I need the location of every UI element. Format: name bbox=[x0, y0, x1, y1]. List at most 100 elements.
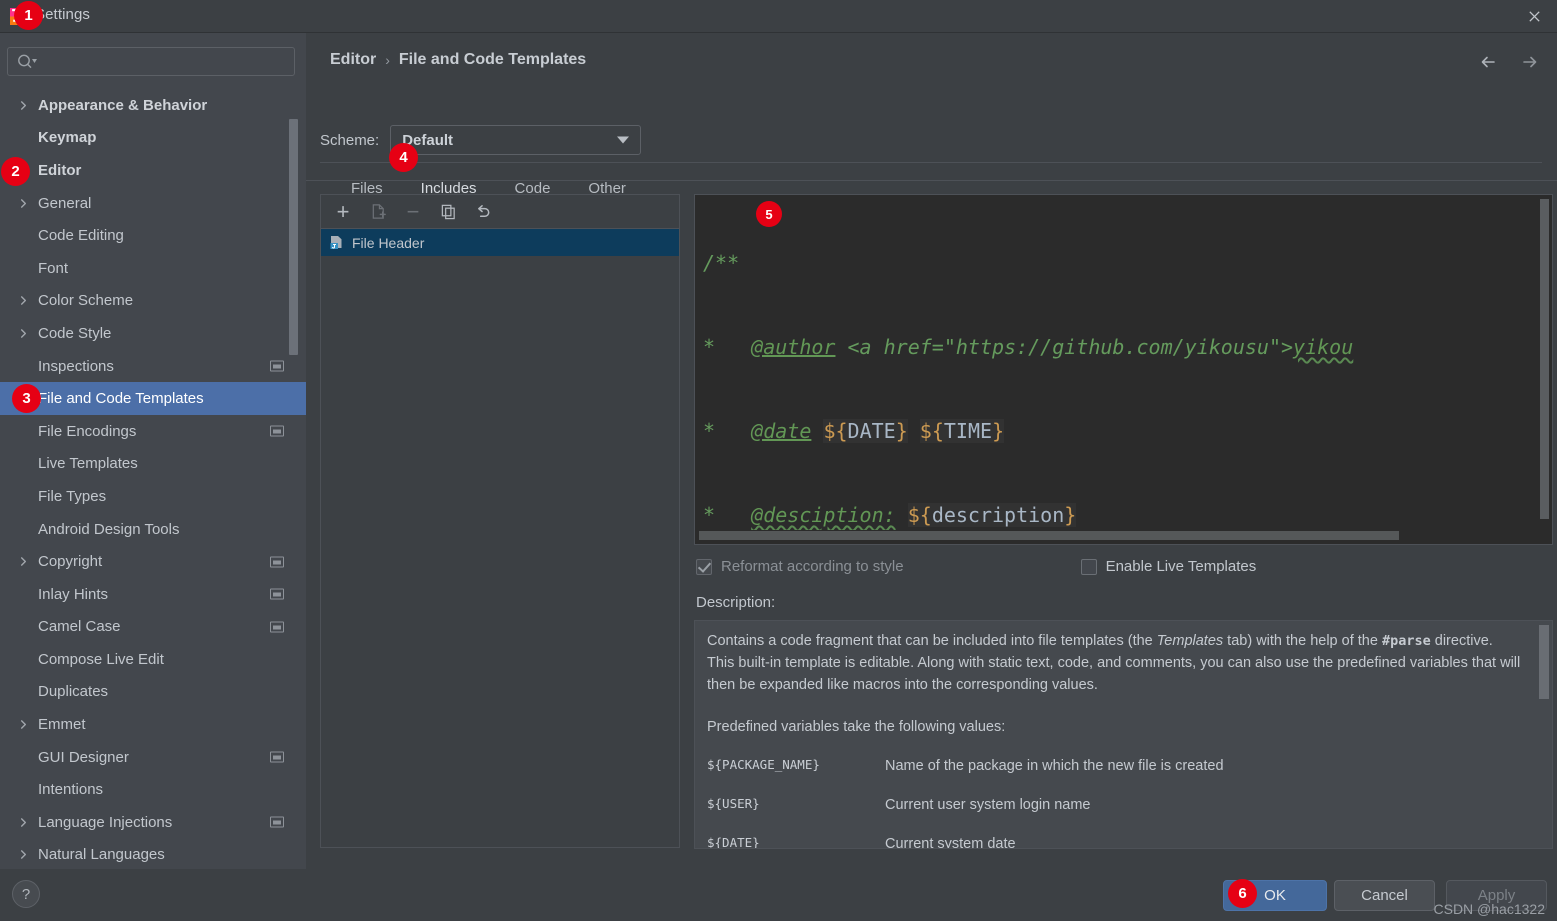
checkbox-enable-live-templates[interactable]: Enable Live Templates bbox=[1080, 558, 1256, 575]
chevron-right-icon[interactable] bbox=[14, 849, 32, 860]
editor-horizontal-scrollbar-thumb[interactable] bbox=[699, 531, 1399, 540]
sidebar-item-appearance-behavior[interactable]: Appearance & Behavior bbox=[0, 89, 306, 122]
sidebar-item-live-templates[interactable]: Live Templates bbox=[0, 448, 306, 481]
variable-key: ${DATE} bbox=[707, 835, 760, 849]
undo-icon[interactable] bbox=[470, 199, 496, 225]
sidebar-item-language-injections[interactable]: Language Injections bbox=[0, 806, 306, 839]
sidebar-item-android-design-tools[interactable]: Android Design Tools bbox=[0, 513, 306, 546]
sidebar-item-code-editing[interactable]: Code Editing bbox=[0, 219, 306, 252]
sidebar-item-duplicates[interactable]: Duplicates bbox=[0, 676, 306, 709]
sidebar-scrollbar-thumb[interactable] bbox=[289, 119, 298, 355]
sidebar-item-natural-languages[interactable]: Natural Languages bbox=[0, 839, 306, 869]
sidebar-item-editor[interactable]: Editor bbox=[0, 154, 306, 187]
checkbox-box[interactable] bbox=[1080, 558, 1097, 575]
cancel-button[interactable]: Cancel bbox=[1334, 880, 1435, 911]
breadcrumb-separator: › bbox=[385, 52, 390, 68]
description-text: Contains a code fragment that can be inc… bbox=[707, 630, 1530, 849]
sidebar-item-label: Camel Case bbox=[38, 618, 121, 636]
search-box[interactable] bbox=[7, 47, 295, 76]
checkbox-box bbox=[696, 558, 712, 575]
arrow-right-icon[interactable] bbox=[1519, 51, 1541, 73]
description-paragraph-1: Contains a code fragment that can be inc… bbox=[707, 630, 1530, 652]
sidebar-item-label: Editor bbox=[38, 161, 82, 179]
sidebar-item-font[interactable]: Font bbox=[0, 252, 306, 285]
settings-tree: Appearance & Behavior Keymap Editor General… bbox=[0, 89, 306, 869]
sidebar-item-label: Font bbox=[38, 259, 69, 277]
file-plus-icon bbox=[365, 199, 391, 225]
add-icon[interactable]: + bbox=[330, 199, 356, 225]
sidebar-item-gui-designer[interactable]: GUI Designer bbox=[0, 741, 306, 774]
template-code-editor[interactable]: /** * @author <a href="https://github.co… bbox=[694, 194, 1553, 545]
editor-vertical-scrollbar-thumb[interactable] bbox=[1540, 199, 1549, 519]
settings-dialog: Settings Appearance & Behavior Keymap Edit… bbox=[0, 0, 1557, 921]
scheme-row: Scheme: Default bbox=[320, 125, 642, 155]
sidebar-item-file-types[interactable]: File Types bbox=[0, 480, 306, 513]
step-badge-3: 3 bbox=[12, 384, 41, 413]
sidebar-item-label: File Encodings bbox=[38, 422, 137, 440]
template-file-icon bbox=[329, 235, 344, 250]
scheme-dropdown[interactable]: Default bbox=[390, 125, 642, 155]
code-line-1: /** bbox=[703, 251, 740, 275]
variable-row: ${PACKAGE_NAME} Name of the package in wh… bbox=[707, 755, 1530, 777]
variable-description: Name of the package in which the new fil… bbox=[885, 758, 1224, 775]
sidebar-item-color-scheme[interactable]: Color Scheme bbox=[0, 285, 306, 318]
desc-p1-italic: Templates bbox=[1156, 633, 1224, 649]
chevron-right-icon[interactable] bbox=[14, 817, 32, 828]
chevron-right-icon[interactable] bbox=[14, 328, 32, 339]
arrow-left-icon[interactable] bbox=[1477, 51, 1499, 73]
code-line-2: * @author <a href="https://github.com/yi… bbox=[703, 335, 1354, 359]
desc-p1-code: #parse bbox=[1381, 633, 1431, 649]
sidebar-item-keymap[interactable]: Keymap bbox=[0, 122, 306, 155]
chevron-right-icon[interactable] bbox=[14, 198, 32, 209]
template-list-toolbar: + − bbox=[321, 195, 679, 229]
project-scope-icon bbox=[270, 621, 284, 633]
description-scrollbar[interactable] bbox=[1539, 622, 1551, 847]
sidebar-item-intentions[interactable]: Intentions bbox=[0, 773, 306, 806]
variable-description: Current system date bbox=[885, 836, 1016, 849]
project-scope-icon bbox=[270, 425, 284, 437]
variable-key: ${USER} bbox=[707, 796, 760, 812]
description-paragraph-2: This built-in template is editable. Alon… bbox=[707, 655, 1521, 694]
sidebar-item-label: Live Templates bbox=[38, 455, 138, 473]
scheme-label: Scheme: bbox=[320, 131, 380, 149]
list-item[interactable]: File Header bbox=[321, 229, 679, 256]
sidebar-item-label: Natural Languages bbox=[38, 846, 165, 864]
sidebar-item-label: Code Style bbox=[38, 324, 112, 342]
search-input[interactable] bbox=[7, 47, 295, 76]
sidebar-item-label: Color Scheme bbox=[38, 292, 134, 310]
sidebar-item-emmet[interactable]: Emmet bbox=[0, 708, 306, 741]
sidebar-item-label: Emmet bbox=[38, 716, 86, 734]
sidebar-item-label: Compose Live Edit bbox=[38, 650, 164, 668]
help-button[interactable]: ? bbox=[12, 880, 40, 908]
editor-horizontal-scrollbar[interactable] bbox=[696, 530, 1551, 543]
sidebar-item-label: Copyright bbox=[38, 553, 103, 571]
sidebar-item-camel-case[interactable]: Camel Case bbox=[0, 611, 306, 644]
editor-vertical-scrollbar[interactable] bbox=[1540, 196, 1551, 528]
project-scope-icon bbox=[270, 360, 284, 372]
close-icon[interactable] bbox=[1511, 0, 1557, 33]
description-scrollbar-thumb[interactable] bbox=[1539, 625, 1549, 699]
project-scope-icon bbox=[270, 588, 284, 600]
sidebar-item-file-and-code-templates[interactable]: File and Code Templates bbox=[0, 382, 306, 415]
copy-icon[interactable] bbox=[435, 199, 461, 225]
list-item-label: File Header bbox=[352, 234, 425, 251]
sidebar-item-copyright[interactable]: Copyright bbox=[0, 545, 306, 578]
sidebar-item-code-style[interactable]: Code Style bbox=[0, 317, 306, 350]
sidebar-item-inlay-hints[interactable]: Inlay Hints bbox=[0, 578, 306, 611]
sidebar-item-label: Duplicates bbox=[38, 683, 109, 701]
sidebar-item-general[interactable]: General bbox=[0, 187, 306, 220]
sidebar-item-inspections[interactable]: Inspections bbox=[0, 350, 306, 383]
step-badge-4: 4 bbox=[389, 143, 418, 172]
chevron-right-icon[interactable] bbox=[14, 100, 32, 111]
template-list-panel: + − File Header bbox=[320, 194, 680, 848]
sidebar-item-compose-live-edit[interactable]: Compose Live Edit bbox=[0, 643, 306, 676]
chevron-right-icon[interactable] bbox=[14, 556, 32, 567]
sidebar-item-label: Android Design Tools bbox=[38, 520, 180, 538]
chevron-right-icon[interactable] bbox=[14, 719, 32, 730]
chevron-right-icon[interactable] bbox=[14, 295, 32, 306]
sidebar-item-file-encodings[interactable]: File Encodings bbox=[0, 415, 306, 448]
checkbox-reformat-according-to-style: Reformat according to style bbox=[696, 558, 904, 575]
window-title: Settings bbox=[35, 6, 90, 23]
breadcrumb-item-editor[interactable]: Editor bbox=[330, 51, 376, 69]
sidebar-scrollbar-track[interactable] bbox=[289, 89, 302, 869]
